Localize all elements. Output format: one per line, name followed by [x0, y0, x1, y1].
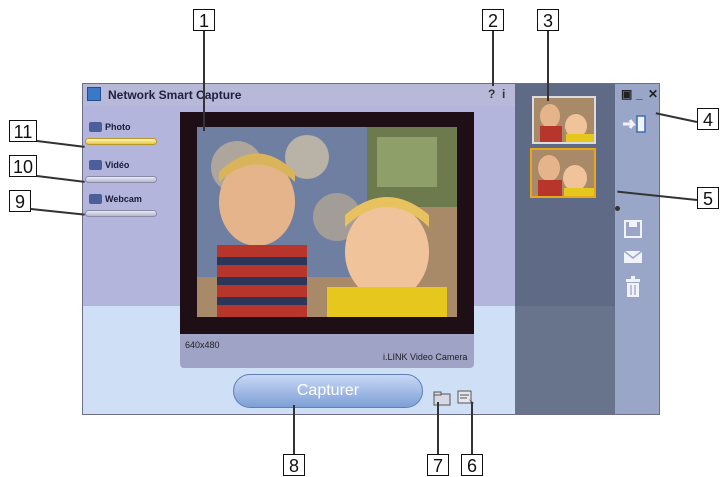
leader-line-10	[36, 175, 85, 183]
save-button[interactable]	[623, 219, 643, 244]
send-icon	[623, 115, 646, 133]
leader-line-3	[547, 31, 549, 101]
callout-8: 8	[283, 454, 305, 476]
callout-10: 10	[9, 155, 37, 177]
mode-photo-button[interactable]: Photo	[85, 122, 159, 152]
delete-button[interactable]	[624, 276, 642, 303]
callout-2: 2	[482, 9, 504, 31]
thumbnail-strip	[515, 84, 615, 414]
leader-line-8	[293, 405, 295, 454]
callout-1: 1	[193, 9, 215, 31]
leader-line-7	[437, 402, 439, 454]
callout-6: 6	[461, 454, 483, 476]
close-button[interactable]: ✕	[648, 87, 658, 101]
callout-7: 7	[427, 454, 449, 476]
help-button[interactable]: ?	[488, 87, 495, 101]
action-bar: ▣ _ ✕	[615, 84, 659, 414]
save-icon	[624, 220, 642, 238]
save-as-button[interactable]	[433, 390, 451, 406]
callout-3: 3	[537, 9, 559, 31]
leader-dot-5	[615, 206, 620, 211]
leader-line-4	[655, 112, 698, 123]
mode-photo-bar[interactable]	[85, 138, 157, 145]
window-title: Network Smart Capture	[108, 88, 242, 102]
send-to-button[interactable]	[621, 114, 647, 139]
mail-icon	[623, 250, 643, 263]
mode-photo-label: Photo	[105, 122, 131, 132]
leader-line-2	[492, 31, 494, 86]
preview-image	[197, 127, 457, 317]
folder-icon	[433, 391, 451, 406]
minimize-button[interactable]: _	[636, 87, 643, 101]
title-bar: Network Smart Capture ? i	[83, 84, 515, 106]
restore-button[interactable]: ▣	[621, 87, 632, 101]
resolution-label: 640x480	[185, 340, 220, 350]
leader-line-1	[203, 31, 205, 131]
leader-line-6	[471, 402, 473, 454]
callout-11: 11	[9, 120, 37, 142]
thumbnail-1[interactable]	[532, 96, 596, 144]
capture-button[interactable]: Capturer	[233, 374, 423, 408]
app-logo-icon	[87, 87, 101, 101]
mode-video-label: Vidéo	[105, 160, 130, 170]
callout-9: 9	[9, 190, 31, 212]
callout-5: 5	[697, 187, 719, 209]
video-icon	[89, 160, 102, 170]
camera-icon	[89, 122, 102, 132]
mail-button[interactable]	[623, 249, 643, 270]
leader-line-11	[36, 140, 85, 148]
app-window: Network Smart Capture ? i Photo Vidéo We…	[82, 83, 660, 415]
info-button[interactable]: i	[502, 87, 505, 101]
webcam-icon	[89, 194, 102, 204]
mode-webcam-button[interactable]: Webcam	[85, 194, 159, 224]
mode-video-bar[interactable]	[85, 176, 157, 183]
mode-video-button[interactable]: Vidéo	[85, 160, 159, 190]
mode-webcam-label: Webcam	[105, 194, 142, 204]
camera-name-label: i.LINK Video Camera	[383, 352, 468, 362]
trash-icon	[626, 276, 640, 297]
thumbnail-2-selected[interactable]	[530, 148, 596, 198]
callout-4: 4	[697, 108, 719, 130]
leader-line-9	[30, 208, 85, 216]
mode-webcam-bar[interactable]	[85, 210, 157, 217]
